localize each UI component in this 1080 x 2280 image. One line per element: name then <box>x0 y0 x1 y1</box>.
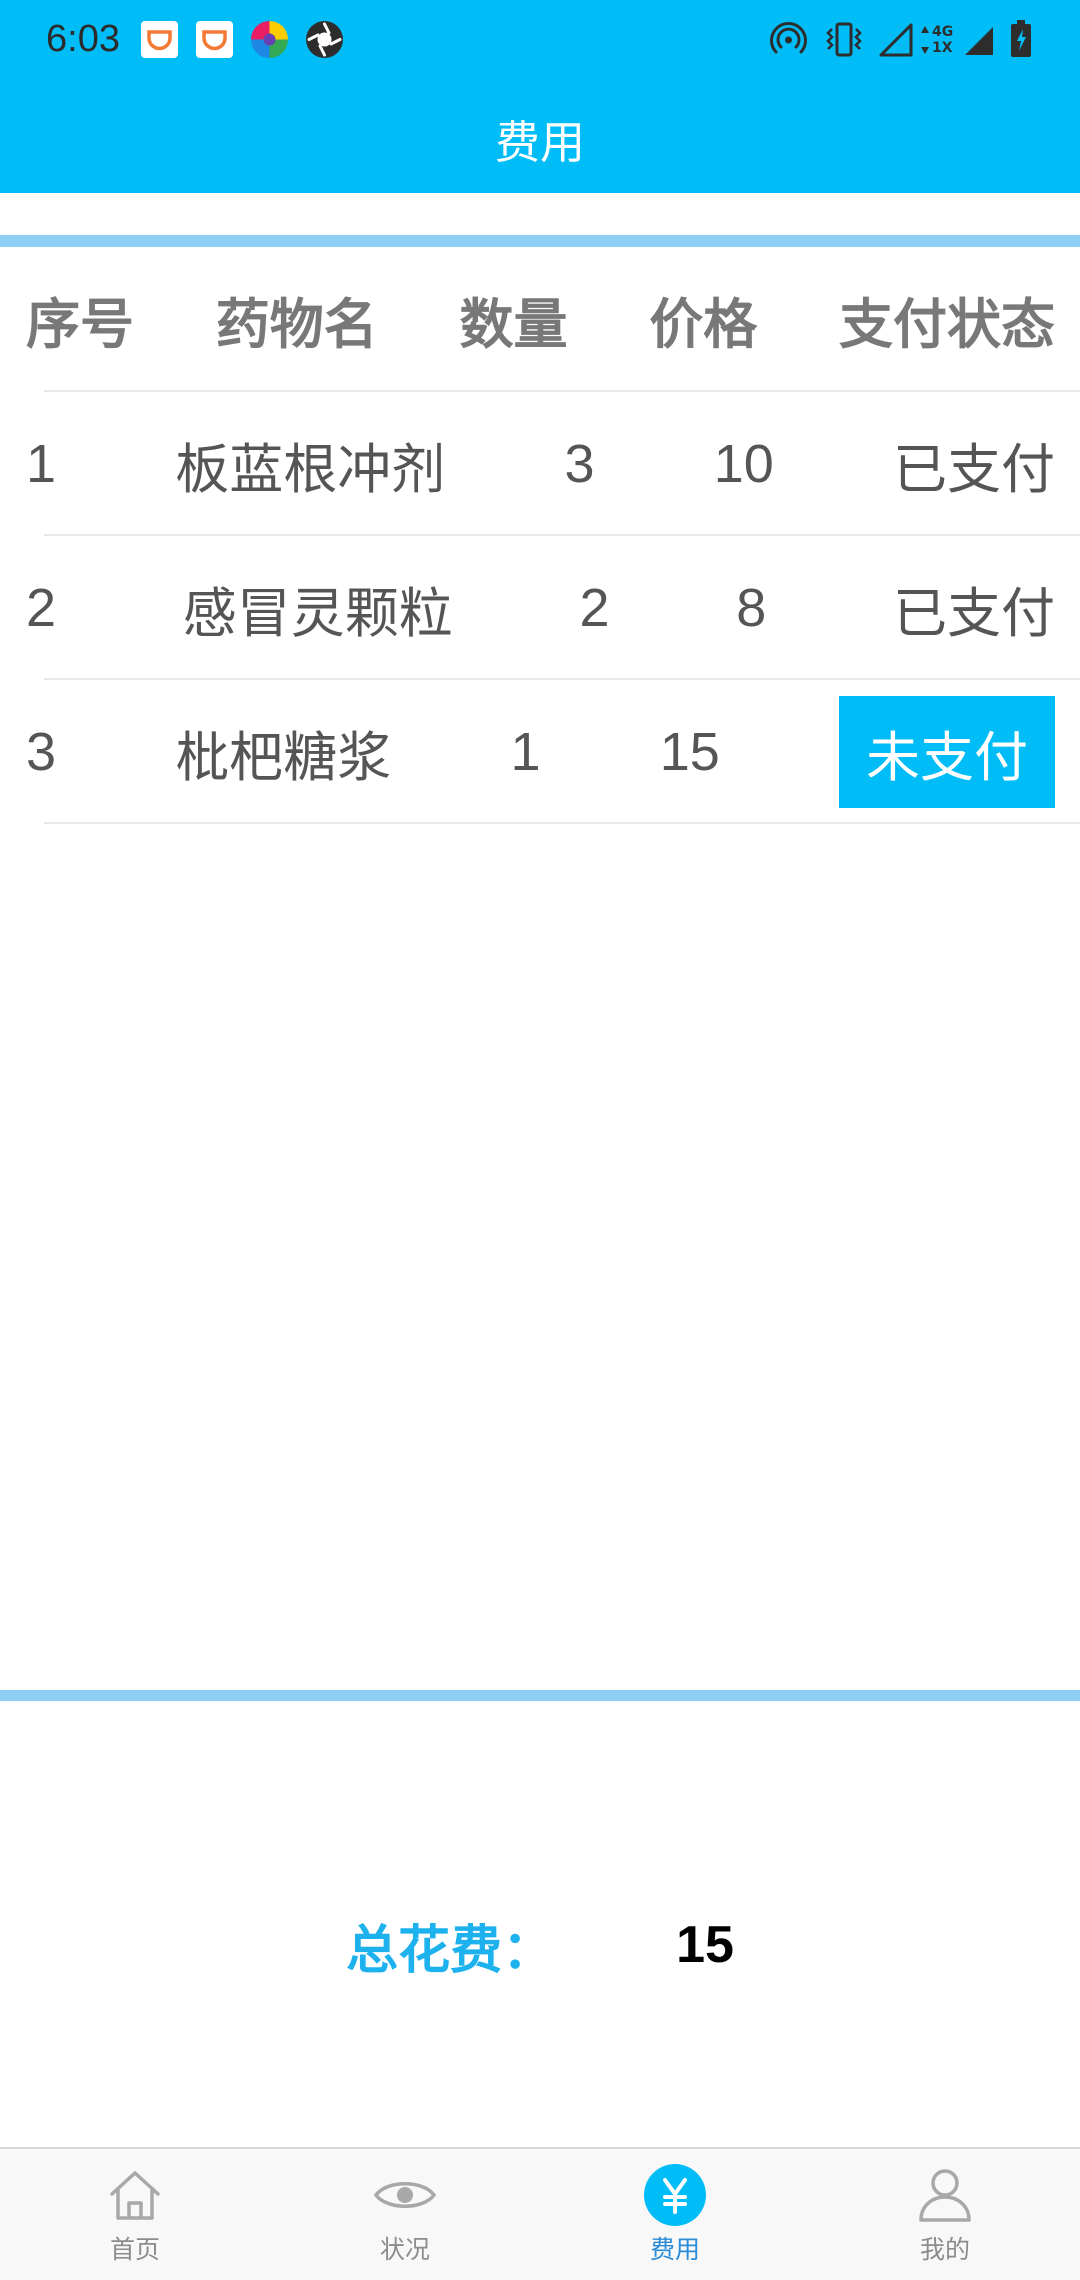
total-summary: 总花费： 15 <box>0 1890 1080 2000</box>
price: 8 <box>736 578 767 638</box>
column-header-number: 序号 <box>26 295 134 355</box>
drug-name: 板蓝根冲剂 <box>175 439 446 500</box>
column-header-drug: 药物名 <box>215 295 378 355</box>
network-label-secondary: 1X <box>932 40 953 56</box>
status-time: 6:03 <box>46 18 120 60</box>
nav-item-home[interactable]: 首页 <box>0 2149 270 2280</box>
row-number: 3 <box>26 722 57 782</box>
nav-label-fees: 费用 <box>649 2236 700 2264</box>
aperture-app-icon <box>305 20 344 59</box>
column-header-quantity: 数量 <box>459 295 568 355</box>
person-icon <box>912 2165 978 2225</box>
drug-name: 感冒灵颗粒 <box>182 583 453 644</box>
home-icon <box>102 2165 168 2225</box>
accent-divider-top <box>0 235 1080 247</box>
quantity: 3 <box>564 434 595 494</box>
nav-label-mine: 我的 <box>919 2236 970 2264</box>
table-row: 2 感冒灵颗粒 2 8 已支付 <box>0 536 1080 680</box>
accent-divider-bottom <box>0 1690 1080 1701</box>
table-row: 3 枇杷糖浆 1 15 未支付 <box>0 680 1080 824</box>
yen-icon <box>642 2164 708 2226</box>
nav-label-status: 状况 <box>379 2236 430 2264</box>
nav-item-fees[interactable]: 费用 <box>540 2149 810 2280</box>
vibrate-icon <box>826 21 862 58</box>
eye-icon <box>372 2165 438 2225</box>
payment-status: 已支付 <box>892 583 1055 644</box>
column-header-price: 价格 <box>649 295 758 355</box>
drug-name: 枇杷糖浆 <box>175 727 392 788</box>
network-type-labels: 4G 1X <box>932 24 953 56</box>
app-bar: 6:03 4G 1X 费用 <box>0 0 1080 193</box>
data-arrows-icon <box>921 26 929 54</box>
didi-icon <box>140 20 179 59</box>
column-header-status: 支付状态 <box>839 295 1055 355</box>
bottom-navigation: 首页 状况 费用 我的 <box>0 2147 1080 2280</box>
hotspot-icon <box>770 20 807 57</box>
table-row: 1 板蓝根冲剂 3 10 已支付 <box>0 392 1080 536</box>
nav-item-status[interactable]: 状况 <box>270 2149 540 2280</box>
fee-table: 序号 药物名 数量 价格 支付状态 1 板蓝根冲剂 3 10 已支付 2 感冒灵… <box>0 247 1080 824</box>
quantity: 1 <box>510 722 541 782</box>
table-header-row: 序号 药物名 数量 价格 支付状态 <box>0 247 1080 392</box>
network-label-primary: 4G <box>932 24 954 40</box>
total-label: 总花费： <box>346 1921 555 1980</box>
multicolor-app-icon <box>250 20 289 59</box>
price: 15 <box>659 722 720 782</box>
pay-button[interactable]: 未支付 <box>838 696 1055 808</box>
didi-icon <box>195 20 234 59</box>
quantity: 2 <box>579 578 610 638</box>
nav-item-mine[interactable]: 我的 <box>810 2149 1080 2280</box>
status-bar: 6:03 4G 1X <box>0 0 1080 80</box>
row-number: 1 <box>26 434 57 494</box>
payment-status: 已支付 <box>892 439 1055 500</box>
battery-charging-icon <box>1010 20 1032 58</box>
network-type-icon: 4G 1X <box>920 20 962 60</box>
nav-label-home: 首页 <box>109 2236 160 2264</box>
signal-outline-icon <box>878 22 913 57</box>
page-title: 费用 <box>494 116 585 168</box>
total-value: 15 <box>676 1916 734 1974</box>
signal-icon <box>964 26 994 56</box>
price: 10 <box>713 434 774 494</box>
row-number: 2 <box>26 578 57 638</box>
